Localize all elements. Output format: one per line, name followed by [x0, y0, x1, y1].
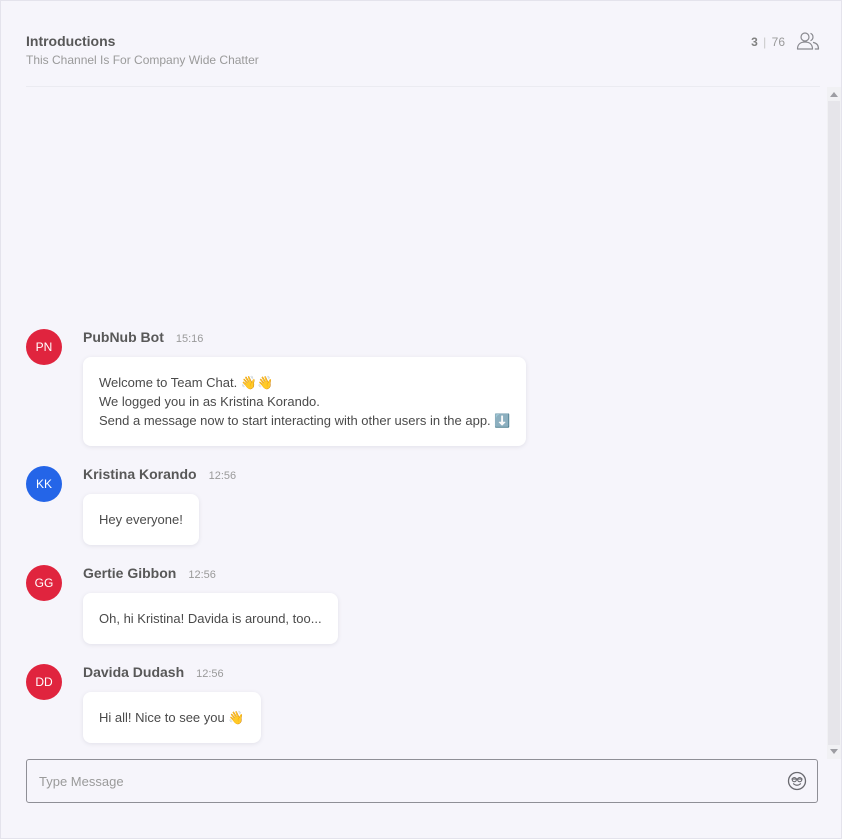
occupancy-count: 3 | 76 [751, 35, 785, 49]
message-line: Welcome to Team Chat. 👋👋 [99, 375, 274, 390]
message-line: Hey everyone! [99, 512, 183, 527]
online-count: 3 [751, 35, 758, 49]
scroll-up-arrow-icon[interactable] [830, 92, 838, 97]
message-line: Send a message now to start interacting … [99, 413, 511, 428]
message-time: 12:56 [188, 569, 216, 581]
sender-name: Kristina Korando [83, 466, 197, 482]
message-composer [26, 759, 818, 803]
channel-title: Introductions [26, 33, 116, 49]
message-time: 15:16 [175, 333, 204, 345]
message-line: We logged you in as Kristina Korando. [99, 394, 320, 409]
message-sender: Kristina Korando 12:56 [83, 466, 236, 482]
channel-header: Introductions This Channel Is For Compan… [26, 31, 820, 87]
message-bubble: Hi all! Nice to see you 👋 [83, 692, 261, 743]
message-line: Oh, hi Kristina! Davida is around, too..… [99, 611, 322, 626]
members-icon[interactable] [796, 31, 820, 51]
scrollbar-thumb[interactable] [828, 101, 840, 745]
message-input[interactable] [39, 760, 779, 802]
emoji-icon[interactable] [787, 771, 807, 791]
avatar: PN [26, 329, 62, 365]
message-time: 12:56 [196, 668, 224, 680]
message-bubble: Hey everyone! [83, 494, 199, 545]
sender-name: Gertie Gibbon [83, 565, 177, 581]
message-time: 12:56 [208, 470, 237, 482]
message-line: Hi all! Nice to see you 👋 [99, 710, 245, 725]
scroll-down-arrow-icon[interactable] [830, 749, 838, 754]
channel-description: This Channel Is For Company Wide Chatter [26, 53, 259, 67]
message-sender: Gertie Gibbon 12:56 [83, 565, 216, 581]
sender-name: Davida Dudash [83, 664, 185, 680]
message-sender: Davida Dudash 12:56 [83, 664, 224, 680]
message-sender: PubNub Bot 15:16 [83, 329, 203, 345]
sender-name: PubNub Bot [83, 329, 164, 345]
message-list-scrollbar[interactable] [827, 87, 841, 759]
avatar: GG [26, 565, 62, 601]
avatar: KK [26, 466, 62, 502]
avatar: DD [26, 664, 62, 700]
message-bubble: Oh, hi Kristina! Davida is around, too..… [83, 593, 338, 644]
message-bubble: Welcome to Team Chat. 👋👋 We logged you i… [83, 357, 527, 446]
occupancy-separator: | [763, 35, 767, 49]
chat-window: Introductions This Channel Is For Compan… [0, 0, 842, 839]
total-count: 76 [771, 35, 785, 49]
